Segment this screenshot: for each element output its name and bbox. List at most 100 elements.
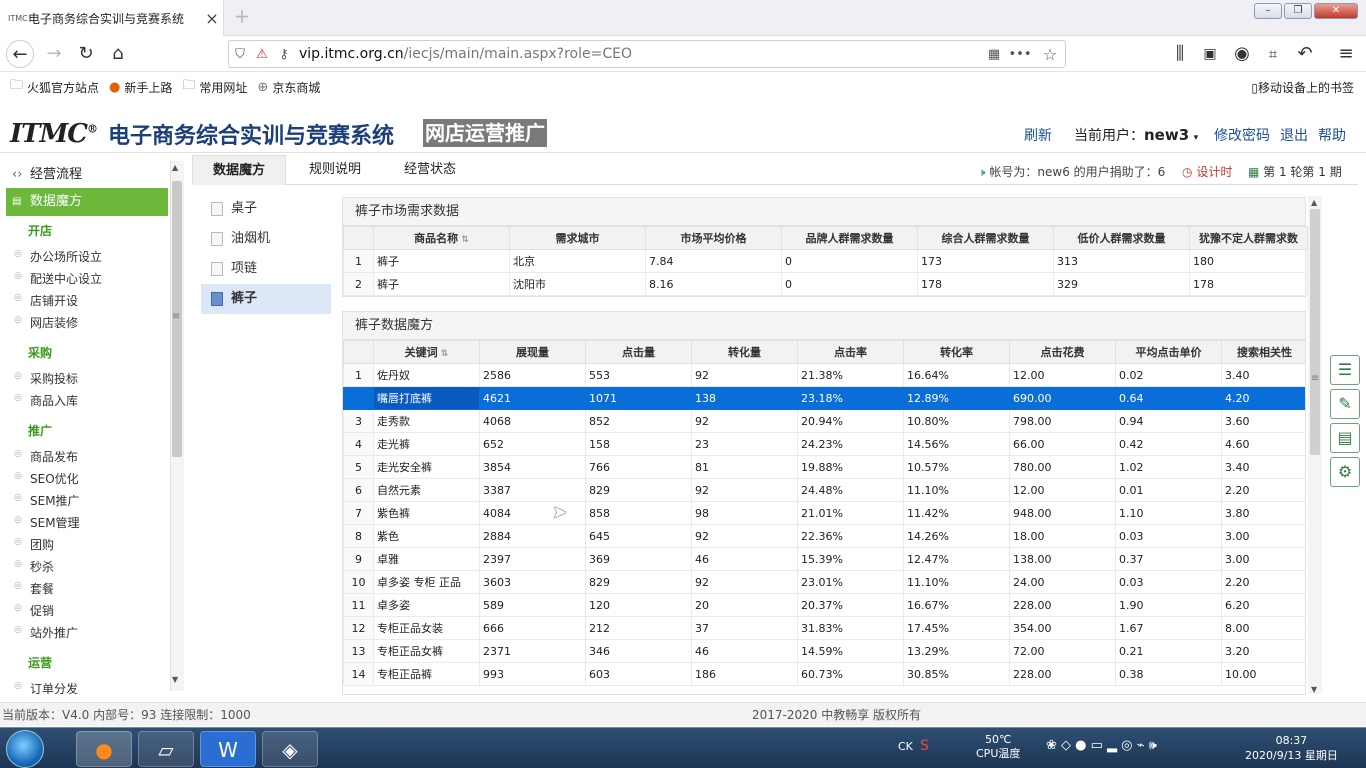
column-header[interactable]: 点击率	[797, 340, 904, 364]
current-user[interactable]: 当前用户：new3 ▾	[1074, 125, 1198, 145]
column-header[interactable]: 商品名称 ⇅	[373, 226, 510, 250]
column-header[interactable]: 犹豫不定人群需求数	[1189, 226, 1308, 250]
reload-icon[interactable]: ↻	[72, 40, 100, 68]
app-task-icon[interactable]: ◈	[262, 731, 318, 767]
category-item-selected[interactable]: 裤子	[201, 284, 331, 314]
bookmark-item[interactable]: 🗀 火狐官方站点	[10, 76, 99, 98]
drag-handle-icon[interactable]: ≡	[172, 311, 180, 322]
insecure-lock-icon[interactable]: ⚠	[251, 47, 273, 62]
sidebar-item[interactable]: SEM推广	[30, 492, 80, 509]
sidebar-item[interactable]: 配送中心设立	[30, 270, 102, 287]
sidebar-item[interactable]: 促销	[30, 602, 54, 619]
sogou-input-icon[interactable]: S	[920, 738, 929, 754]
bookmark-item[interactable]: ⊕ 京东商城	[257, 79, 320, 96]
file-explorer-task-icon[interactable]: ▱	[138, 731, 194, 767]
logout-link[interactable]: 退出	[1280, 125, 1308, 145]
screenshot-icon[interactable]: ⌗	[1259, 40, 1287, 68]
sidebar-process[interactable]: ‹› 经营流程	[6, 162, 168, 188]
tab-data-magic[interactable]: 数据魔方	[192, 155, 286, 185]
table-row[interactable]: 7 紫色裤 4084 858 98 21.01% 11.42% 948.00 1.10 3.80	[343, 501, 1305, 525]
window-close-icon[interactable]: ✕	[1314, 3, 1358, 19]
wps-task-icon[interactable]: W	[200, 731, 256, 767]
table-row[interactable]: 8 紫色 2884 645 92 22.36% 14.26% 18.00 0.03 3.00	[343, 524, 1305, 548]
category-item[interactable]: 油烟机	[201, 224, 331, 254]
firefox-task-icon[interactable]: ●	[76, 731, 132, 767]
bookmark-item[interactable]: 🗀 常用网址	[182, 76, 247, 98]
table-row[interactable]: 1 佐丹奴 2586 553 92 21.38% 16.64% 12.00 0.02 3.40	[343, 363, 1305, 387]
settings-tool-icon[interactable]: ⚙	[1330, 457, 1360, 487]
sidebar-item[interactable]: 商品发布	[30, 448, 78, 465]
clock[interactable]: 08:37 2020/9/13 星期日	[1245, 733, 1338, 763]
column-header[interactable]: 品牌人群需求数量	[781, 226, 918, 250]
edit-tool-icon[interactable]: ✎	[1330, 389, 1360, 419]
refresh-link[interactable]: 刷新	[1024, 125, 1052, 145]
tab-rules[interactable]: 规则说明	[288, 155, 382, 185]
bookmark-item[interactable]: ● 新手上路	[109, 79, 172, 96]
shield-icon[interactable]: ⛉	[229, 47, 251, 62]
ime-ck[interactable]: CK	[898, 740, 913, 753]
table-row[interactable]: 1 裤子 北京 7.84 0 173 313 180	[343, 249, 1308, 273]
column-header[interactable]: 点击花费	[1009, 340, 1116, 364]
bookmark-star-icon[interactable]: ☆	[1035, 45, 1065, 64]
column-header[interactable]: 需求城市	[509, 226, 646, 250]
table-row[interactable]: 3 走秀款 4068 852 92 20.94% 10.80% 798.00 0.94 3.60	[343, 409, 1305, 433]
url-bar[interactable]: ⛉ ⚠ ⚷ vip.itmc.org.cn/iecjs/main/main.as…	[228, 40, 1066, 68]
table-row[interactable]: 6 自然元素 3387 829 92 24.48% 11.10% 12.00 0.01 2.20	[343, 478, 1305, 502]
account-icon[interactable]: ◉	[1228, 40, 1256, 68]
sidebar-item[interactable]: SEM管理	[30, 514, 80, 531]
scroll-up-icon[interactable]: ▲	[172, 163, 178, 172]
column-header[interactable]: 展现量	[479, 340, 586, 364]
menu-icon[interactable]: ≡	[1332, 40, 1360, 68]
sidebar-item[interactable]: 订单分发	[30, 680, 78, 697]
table-row[interactable]: 10 卓多姿 专柜 正品 3603 829 92 23.01% 11.10% 24.00 0.0…	[343, 570, 1305, 594]
minimize-icon[interactable]: –	[1254, 3, 1282, 19]
sort-icon[interactable]: ⇅	[458, 235, 469, 245]
sidebar-item[interactable]: 办公场所设立	[30, 248, 102, 265]
sidebar-item[interactable]: 采购投标	[30, 370, 78, 387]
column-header[interactable]: 关键词 ⇅	[373, 340, 480, 364]
sidebar-item[interactable]: 店铺开设	[30, 292, 78, 309]
category-item[interactable]: 项链	[201, 254, 331, 284]
tab-business-status[interactable]: 经营状态	[382, 155, 478, 185]
undo-icon[interactable]: ↶	[1291, 40, 1319, 68]
sidebar-item[interactable]: 站外推广	[30, 624, 78, 641]
column-header[interactable]: 平均点击单价	[1115, 340, 1222, 364]
scroll-down-icon[interactable]: ▼	[172, 675, 178, 684]
sidebar-item[interactable]: 团购	[30, 536, 54, 553]
table-row[interactable]: 14 专柜正品裤 993 603 186 60.73% 30.85% 228.00 0.38 10…	[343, 662, 1305, 686]
list-tool-icon[interactable]: ▤	[1330, 423, 1360, 453]
tray-icons[interactable]: ❀ ◇ ● ▭ ▂ ◎ ⌁ 🕪	[1046, 738, 1157, 753]
content-scrollbar-thumb[interactable]	[1310, 209, 1320, 455]
sort-icon[interactable]: ⇅	[438, 349, 449, 359]
sidebar-item[interactable]: 商品入库	[30, 392, 78, 409]
change-password-link[interactable]: 修改密码	[1214, 125, 1270, 145]
column-header[interactable]: 市场平均价格	[645, 226, 782, 250]
back-icon[interactable]: ←	[6, 40, 34, 68]
category-item[interactable]: 桌子	[201, 194, 331, 224]
qr-code-icon[interactable]: ▦	[983, 47, 1005, 62]
table-row[interactable]: 2 裤子 沈阳市 8.16 0 178 329 178	[343, 272, 1308, 296]
sidebar-item[interactable]: SEO优化	[30, 470, 79, 487]
table-row[interactable]: 13 专柜正品女裤 2371 346 46 14.59% 13.29% 72.00 0.21 3.…	[343, 639, 1305, 663]
scroll-down-icon[interactable]: ▼	[1311, 685, 1317, 694]
table-row[interactable]: 12 专柜正品女装 666 212 37 31.83% 17.45% 354.00 1.67 8.…	[343, 616, 1305, 640]
key-icon[interactable]: ⚷	[273, 47, 295, 62]
sidebar-toggle-icon[interactable]: ▣	[1196, 40, 1224, 68]
forward-icon[interactable]: →	[40, 40, 68, 68]
more-actions-icon[interactable]: •••	[1005, 47, 1035, 62]
table-row[interactable]: 4 走光裤 652 158 23 24.23% 14.56% 66.00 0.42 4.60	[343, 432, 1305, 456]
mobile-bookmarks[interactable]: ▯移动设备上的书签	[1251, 79, 1354, 96]
sidebar-item[interactable]: 秒杀	[30, 558, 54, 575]
table-row[interactable]: 9 卓雅 2397 369 46 15.39% 12.47% 138.00 0.37 3.00	[343, 547, 1305, 571]
sidebar-item-data-magic[interactable]: ▤ 数据魔方	[6, 188, 168, 216]
drag-handle-icon[interactable]: ≡	[1311, 373, 1319, 384]
new-tab-icon[interactable]: +	[230, 4, 254, 28]
column-header[interactable]: 低价人群需求数量	[1053, 226, 1190, 250]
scroll-up-icon[interactable]: ▲	[1311, 198, 1317, 207]
table-row[interactable]: 11 卓多姿 589 120 20 20.37% 16.67% 228.00 1.90 6.20	[343, 593, 1305, 617]
close-tab-icon[interactable]: ×	[201, 9, 223, 28]
browser-tab[interactable]: ITMC 电子商务综合实训与竞赛系统 ×	[0, 0, 224, 36]
column-header[interactable]: 转化量	[691, 340, 798, 364]
help-link[interactable]: 帮助	[1318, 125, 1346, 145]
home-icon[interactable]: ⌂	[104, 40, 132, 68]
